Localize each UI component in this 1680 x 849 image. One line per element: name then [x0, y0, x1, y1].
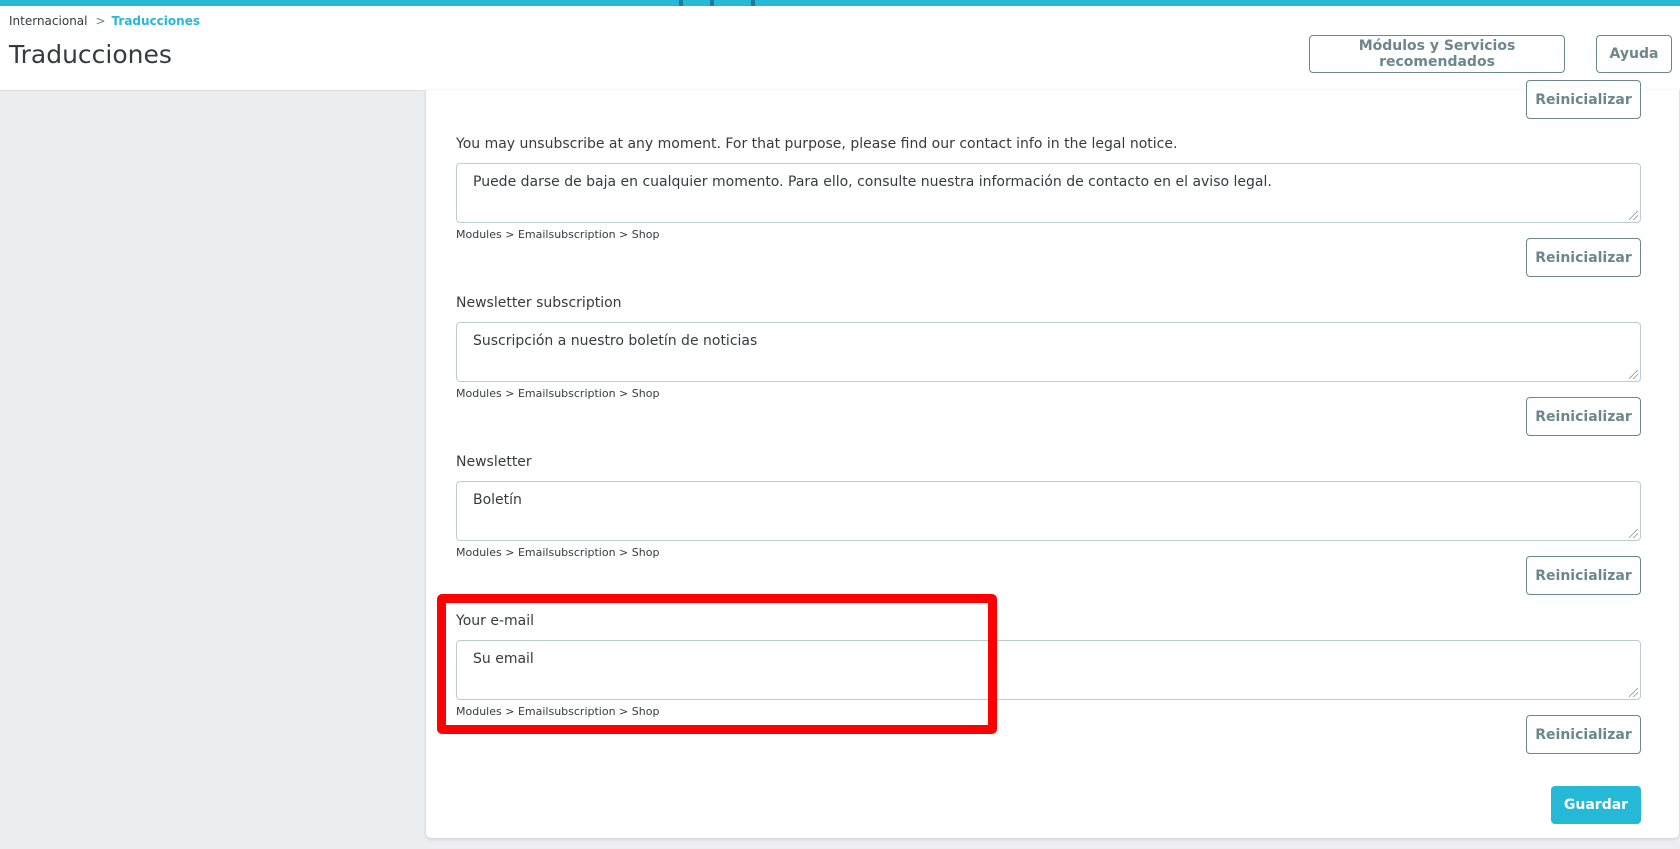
module-path: Modules > Emailsubscription > Shop: [456, 705, 660, 718]
breadcrumb: Internacional > Traducciones: [9, 14, 200, 28]
module-path: Modules > Emailsubscription > Shop: [456, 387, 660, 400]
reset-button[interactable]: Reinicializar: [1526, 238, 1641, 277]
source-text-label: Your e-mail: [456, 613, 534, 629]
module-path: Modules > Emailsubscription > Shop: [456, 546, 660, 559]
translation-value: Boletín: [473, 492, 522, 508]
translation-textarea[interactable]: Su email: [456, 640, 1641, 700]
translation-textarea[interactable]: Puede darse de baja en cualquier momento…: [456, 163, 1641, 223]
module-path: Modules > Emailsubscription > Shop: [456, 228, 660, 241]
translation-value: Puede darse de baja en cualquier momento…: [473, 174, 1272, 190]
page-header: Internacional > Traducciones Traducciones …: [0, 6, 1680, 91]
translation-textarea[interactable]: Boletín: [456, 481, 1641, 541]
breadcrumb-separator: >: [95, 14, 106, 28]
save-button[interactable]: Guardar: [1551, 786, 1641, 824]
resize-handle-icon[interactable]: [1629, 370, 1638, 379]
breadcrumb-parent[interactable]: Internacional: [9, 14, 87, 28]
source-text-label: Newsletter subscription: [456, 295, 622, 311]
reset-button[interactable]: Reinicializar: [1526, 397, 1641, 436]
breadcrumb-current[interactable]: Traducciones: [112, 14, 200, 28]
resize-handle-icon[interactable]: [1629, 211, 1638, 220]
source-text-label: Newsletter: [456, 454, 532, 470]
translation-textarea[interactable]: Suscripción a nuestro boletín de noticia…: [456, 322, 1641, 382]
resize-handle-icon[interactable]: [1629, 529, 1638, 538]
resize-handle-icon[interactable]: [1629, 688, 1638, 697]
source-text-label: You may unsubscribe at any moment. For t…: [456, 136, 1178, 152]
page-title: Traducciones: [9, 40, 172, 69]
reset-button[interactable]: Reinicializar: [1526, 556, 1641, 595]
translation-value: Suscripción a nuestro boletín de noticia…: [473, 333, 758, 349]
translation-value: Su email: [473, 651, 534, 667]
reset-button[interactable]: Reinicializar: [1526, 80, 1641, 119]
recommended-modules-button[interactable]: Módulos y Servicios recomendados: [1309, 35, 1565, 73]
reset-button[interactable]: Reinicializar: [1526, 715, 1641, 754]
help-button[interactable]: Ayuda: [1596, 35, 1672, 73]
